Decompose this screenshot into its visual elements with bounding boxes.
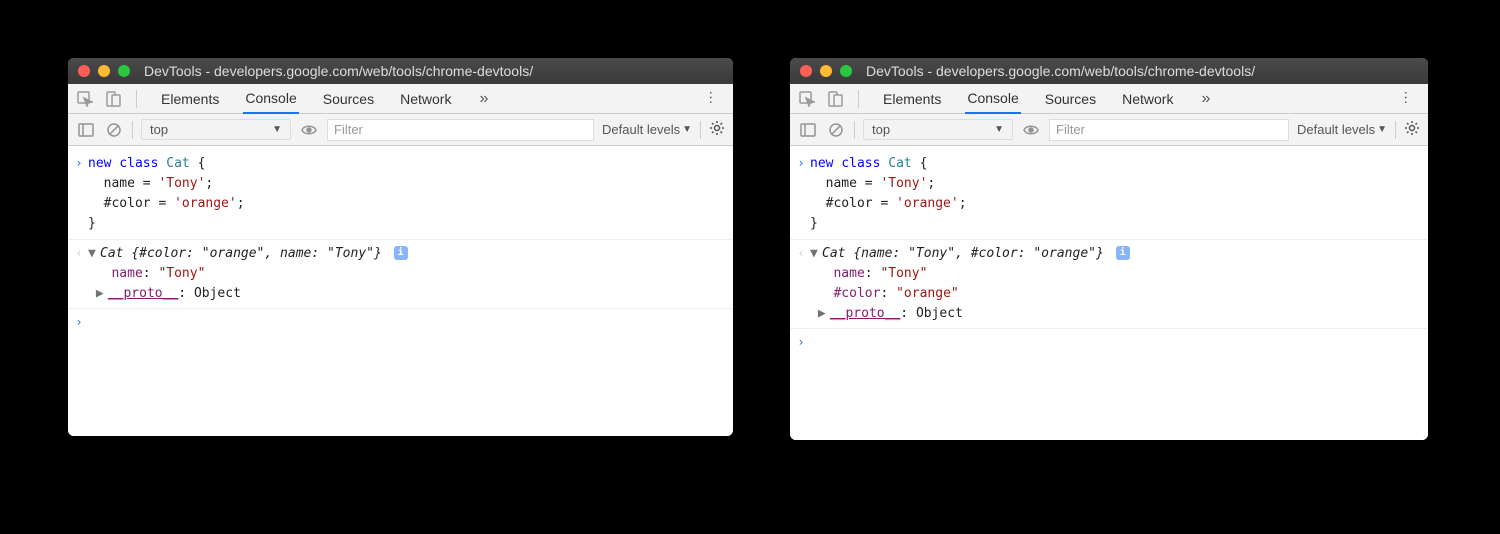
traffic-lights (800, 65, 852, 77)
sidebar-toggle-icon[interactable] (76, 120, 96, 140)
console-result-row: ‹ ▼Cat {name: "Tony", #color: "orange"} … (790, 240, 1428, 330)
window-title: DevTools - developers.google.com/web/too… (866, 63, 1255, 79)
console-output[interactable]: › new class Cat { name = 'Tony'; #color … (68, 146, 733, 436)
separator (854, 121, 855, 139)
tab-console[interactable]: Console (965, 84, 1020, 114)
window-title: DevTools - developers.google.com/web/too… (144, 63, 533, 79)
context-label: top (150, 122, 168, 137)
console-output[interactable]: › new class Cat { name = 'Tony'; #color … (790, 146, 1428, 440)
output-marker-icon: ‹ (794, 244, 808, 263)
settings-menu-icon[interactable]: ⋯ (1398, 85, 1415, 113)
input-prompt-icon: › (794, 154, 808, 173)
console-toolbar: top ▼ Default levels ▼ (68, 114, 733, 146)
console-toolbar: top ▼ Default levels ▼ (790, 114, 1428, 146)
clear-console-icon[interactable] (104, 120, 124, 140)
chevron-down-icon: ▼ (682, 124, 692, 135)
panel-tabs: Elements Console Sources Network » ⋯ (68, 84, 733, 114)
traffic-lights (78, 65, 130, 77)
tab-elements[interactable]: Elements (881, 84, 943, 114)
tab-network[interactable]: Network (1120, 84, 1175, 114)
minimize-icon[interactable] (820, 65, 832, 77)
eye-icon[interactable] (299, 120, 319, 140)
tab-sources[interactable]: Sources (321, 84, 376, 114)
console-prompt-row[interactable]: › (68, 309, 733, 317)
device-toggle-icon[interactable] (104, 90, 122, 108)
console-prompt-row[interactable]: › (790, 329, 1428, 337)
tab-sources[interactable]: Sources (1043, 84, 1098, 114)
input-prompt-icon: › (72, 313, 86, 332)
gear-icon[interactable] (709, 120, 725, 139)
minimize-icon[interactable] (98, 65, 110, 77)
panel-tabs: Elements Console Sources Network » ⋯ (790, 84, 1428, 114)
tab-console[interactable]: Console (243, 84, 298, 114)
separator (136, 90, 137, 108)
output-marker-icon: ‹ (72, 244, 86, 263)
close-icon[interactable] (800, 65, 812, 77)
chevron-down-icon: ▼ (272, 124, 282, 135)
console-input-row: › new class Cat { name = 'Tony'; #color … (790, 150, 1428, 240)
log-levels-selector[interactable]: Default levels ▼ (1297, 122, 1387, 137)
input-prompt-icon: › (72, 154, 86, 173)
close-icon[interactable] (78, 65, 90, 77)
devtools-window: DevTools - developers.google.com/web/too… (790, 58, 1428, 440)
separator (700, 121, 701, 139)
filter-input[interactable] (327, 119, 594, 141)
code: new class Cat { name = 'Tony'; #color = … (88, 154, 733, 235)
inspect-icon[interactable] (76, 90, 94, 108)
maximize-icon[interactable] (840, 65, 852, 77)
context-label: top (872, 122, 890, 137)
result: ▼Cat {name: "Tony", #color: "orange"} i … (810, 244, 1428, 325)
context-selector[interactable]: top ▼ (863, 119, 1013, 140)
filter-input[interactable] (1049, 119, 1289, 141)
disclosure-triangle-icon[interactable]: ▼ (810, 244, 822, 264)
info-badge-icon[interactable]: i (394, 246, 408, 260)
chevron-down-icon: ▼ (994, 124, 1004, 135)
console-result-row: ‹ ▼Cat {#color: "orange", name: "Tony"} … (68, 240, 733, 309)
clear-console-icon[interactable] (826, 120, 846, 140)
tab-network[interactable]: Network (398, 84, 453, 114)
separator (1395, 121, 1396, 139)
eye-icon[interactable] (1021, 120, 1041, 140)
separator (858, 90, 859, 108)
disclosure-triangle-icon[interactable]: ▼ (88, 244, 100, 264)
disclosure-triangle-icon[interactable]: ▶ (96, 284, 108, 304)
window-titlebar[interactable]: DevTools - developers.google.com/web/too… (68, 58, 733, 84)
maximize-icon[interactable] (118, 65, 130, 77)
disclosure-triangle-icon[interactable]: ▶ (818, 304, 830, 324)
window-titlebar[interactable]: DevTools - developers.google.com/web/too… (790, 58, 1428, 84)
device-toggle-icon[interactable] (826, 90, 844, 108)
separator (132, 121, 133, 139)
chevron-down-icon: ▼ (1377, 124, 1387, 135)
more-tabs-icon[interactable]: » (475, 90, 492, 108)
context-selector[interactable]: top ▼ (141, 119, 291, 140)
more-tabs-icon[interactable]: » (1197, 90, 1214, 108)
code: new class Cat { name = 'Tony'; #color = … (810, 154, 1428, 235)
tab-list: Elements Console Sources Network » (881, 84, 1382, 114)
result: ▼Cat {#color: "orange", name: "Tony"} i … (88, 244, 733, 304)
log-levels-selector[interactable]: Default levels ▼ (602, 122, 692, 137)
tab-list: Elements Console Sources Network » (159, 84, 687, 114)
console-input-row: › new class Cat { name = 'Tony'; #color … (68, 150, 733, 240)
sidebar-toggle-icon[interactable] (798, 120, 818, 140)
input-prompt-icon: › (794, 333, 808, 352)
tab-elements[interactable]: Elements (159, 84, 221, 114)
devtools-window: DevTools - developers.google.com/web/too… (68, 58, 733, 436)
gear-icon[interactable] (1404, 120, 1420, 139)
levels-label: Default levels (1297, 122, 1375, 137)
settings-menu-icon[interactable]: ⋯ (703, 85, 720, 113)
inspect-icon[interactable] (798, 90, 816, 108)
info-badge-icon[interactable]: i (1116, 246, 1130, 260)
levels-label: Default levels (602, 122, 680, 137)
